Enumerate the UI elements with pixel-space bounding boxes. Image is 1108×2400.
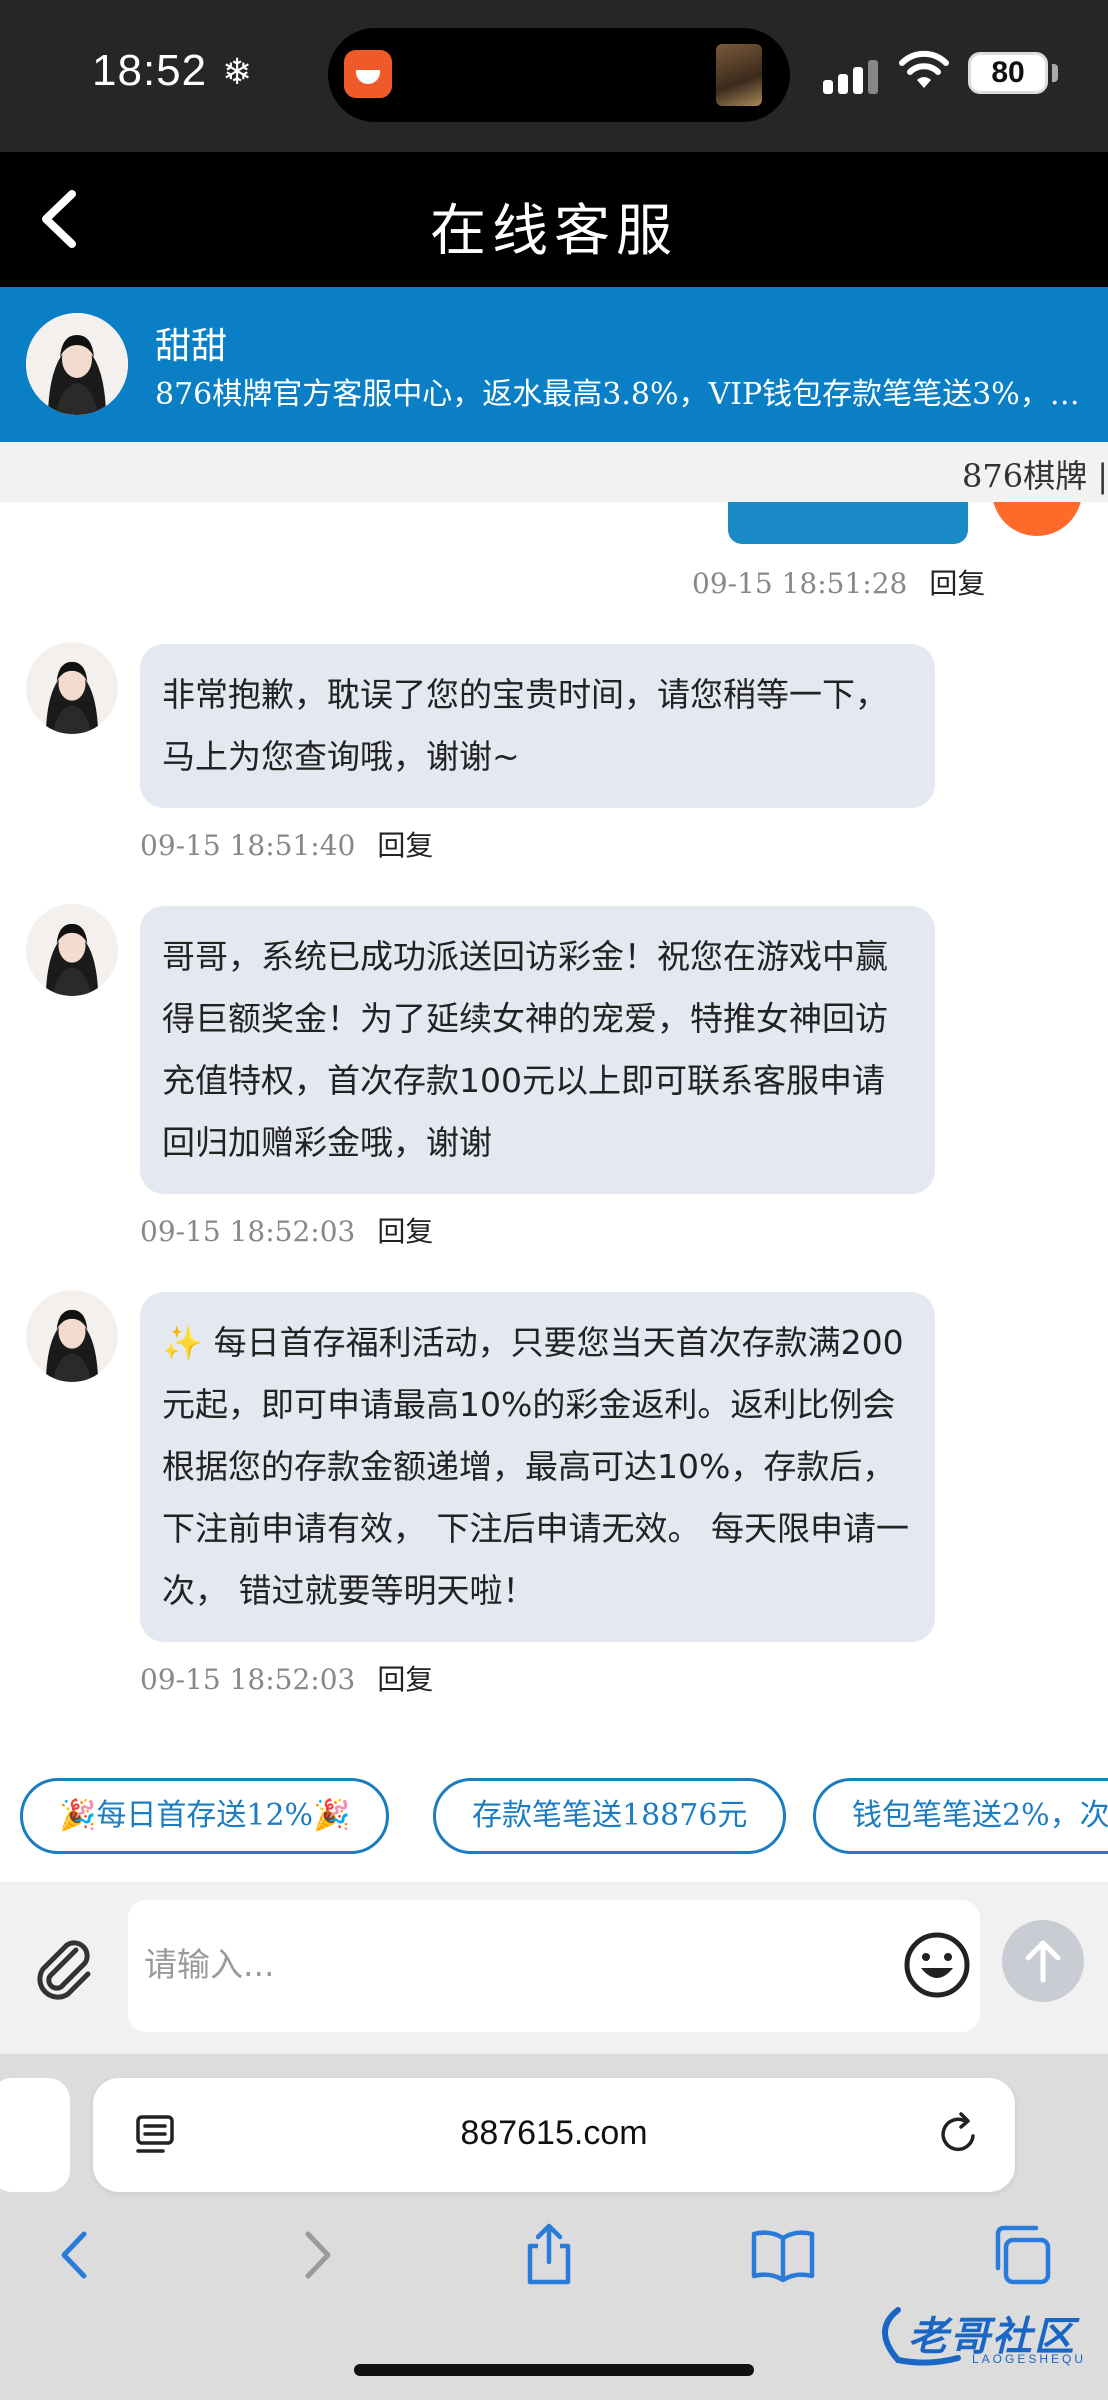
agent-message-bubble: 非常抱歉，耽误了您的宝贵时间，请您稍等一下，马上为您查询哦，谢谢~ [140,644,935,808]
emoji-icon[interactable] [902,1930,972,2000]
arrow-up-icon [1025,1940,1061,1983]
share-icon[interactable] [516,2222,582,2288]
agent-banner: 甜甜 876棋牌官方客服中心，返水最高3.8%，VIP钱包存款笔笔送3%，次日首… [0,287,1108,442]
watermark-subtext: LAOGESHEQU [972,2352,1087,2366]
page-title: 在线客服 [430,199,678,264]
quick-reply-bar: 🎉每日首存送12%🎉 存款笔笔送18876元 钱包笔笔送2%，次日首存 [0,1752,1108,1882]
message-meta: 09-15 18:52:03 回复 [140,1210,433,1250]
cellular-signal-icon [823,58,879,94]
quick-reply-chip[interactable]: 存款笔笔送18876元 [433,1778,787,1854]
battery-tip [1052,64,1058,82]
back-icon[interactable] [42,2222,108,2288]
chat-area[interactable]: 09-15 18:51:28 回复 非常抱歉，耽误了您的宝贵时间，请您稍等一下，马… [0,502,1108,1752]
battery-icon: 80 [968,52,1048,94]
quick-reply-chip[interactable]: 🎉每日首存送12%🎉 [20,1778,390,1854]
agent-message-avatar [26,642,118,734]
forward-icon[interactable] [284,2222,350,2288]
send-button[interactable] [1002,1920,1084,2002]
bookmarks-icon[interactable] [750,2222,816,2288]
battery-level: 80 [991,56,1025,89]
message-timestamp: 09-15 18:51:28 [692,567,908,600]
wifi-icon [899,50,949,88]
reply-button[interactable]: 回复 [377,1663,433,1696]
agent-avatar [26,313,128,415]
message-input[interactable] [144,1934,904,1994]
previous-tab-peek[interactable] [0,2078,70,2192]
message-timestamp: 09-15 18:51:40 [140,829,356,862]
message-meta: 09-15 18:52:03 回复 [140,1658,433,1698]
message-timestamp: 09-15 18:52:03 [140,1215,356,1248]
message-composer [0,1882,1108,2054]
reply-button[interactable]: 回复 [929,567,985,600]
tabs-icon[interactable] [988,2222,1054,2288]
message-meta: 09-15 18:51:40 回复 [140,824,433,864]
home-indicator[interactable] [354,2364,754,2376]
message-timestamp: 09-15 18:52:03 [140,1663,356,1696]
status-bar: 18:52 ❄ 80 [0,0,1108,152]
status-time: 18:52 [92,46,208,95]
agent-message-bubble: 哥哥，系统已成功派送回访彩金！祝您在游戏中赢得巨额奖金！为了延续女神的宠爱，特推… [140,906,935,1194]
reload-icon[interactable] [935,2110,983,2158]
watermark-logo: 老哥社区 LAOGESHEQU [868,2300,1098,2370]
agent-description: 876棋牌官方客服中心，返水最高3.8%，VIP钱包存款笔笔送3%，次日首存加送… [155,377,1100,412]
address-bar[interactable]: 887615.com [93,2078,1015,2192]
app-activity-icon [344,50,392,98]
marquee-text: 876棋牌 | 娱 [962,457,1108,495]
outgoing-message-bubble [728,502,968,544]
user-avatar [992,502,1082,536]
agent-message-bubble: ✨ 每日首存福利活动，只要您当天首次存款满200元起，即可申请最高10%的彩金返… [140,1292,935,1642]
message-input-container [128,1900,980,2032]
agent-name: 甜甜 [155,326,228,367]
message-meta: 09-15 18:51:28 回复 [692,562,985,602]
dynamic-island[interactable] [328,28,790,122]
url-text: 887615.com [460,2114,648,2152]
announcement-marquee: 876棋牌 | 娱 [0,442,1108,502]
paperclip-icon[interactable] [30,1932,100,2002]
media-thumbnail [716,44,762,106]
nav-header: 在线客服 [0,152,1108,287]
quick-reply-chip[interactable]: 钱包笔笔送2%，次日首存 [813,1778,1108,1854]
agent-message-avatar [26,1290,118,1382]
agent-message-avatar [26,904,118,996]
snowflake-icon: ❄ [222,52,253,93]
reply-button[interactable]: 回复 [377,1215,433,1248]
reply-button[interactable]: 回复 [377,829,433,862]
